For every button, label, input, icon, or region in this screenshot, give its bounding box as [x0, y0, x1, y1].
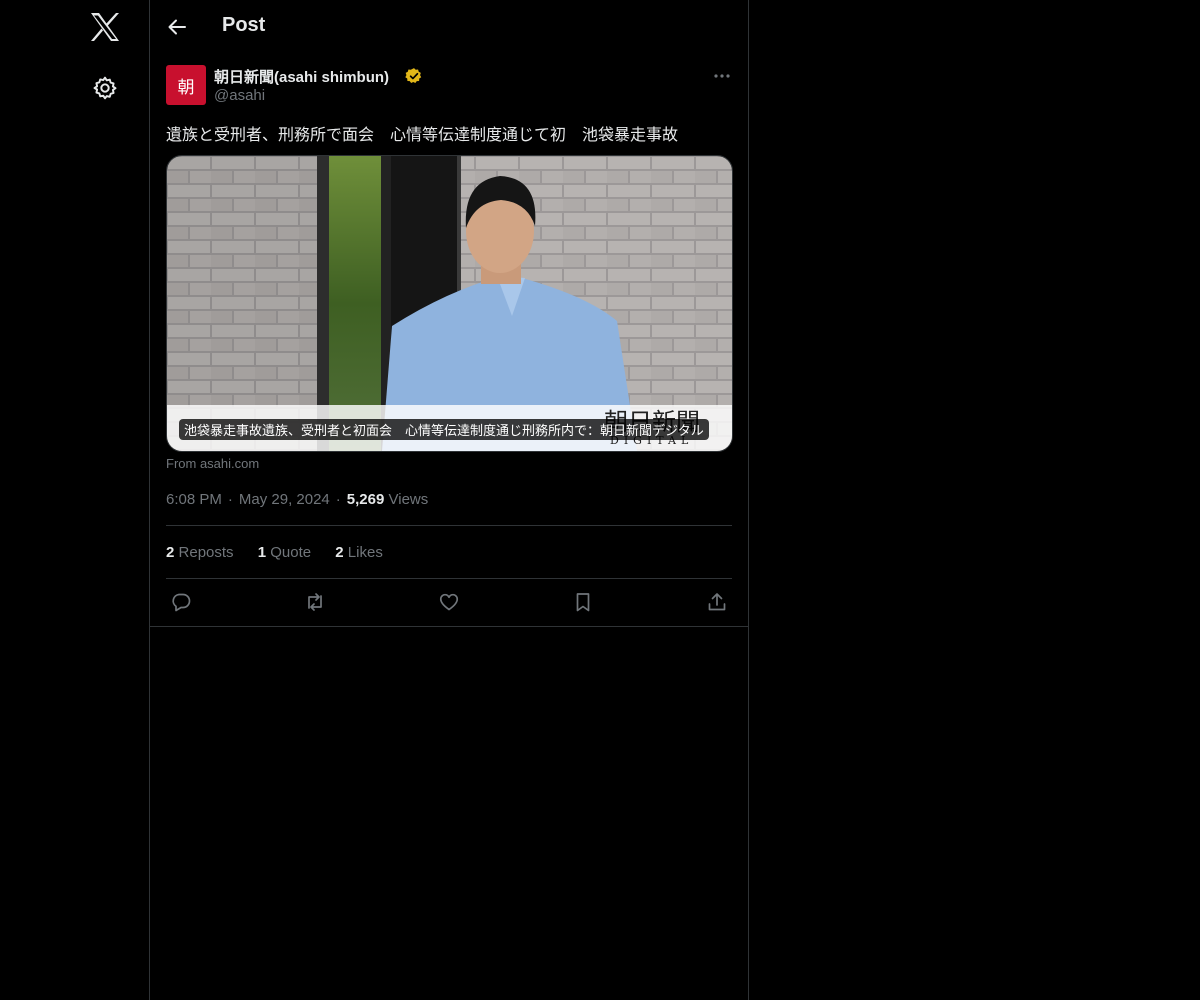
divider — [166, 525, 732, 526]
more-options-icon[interactable] — [712, 66, 732, 86]
card-photo: 朝日新聞 DIGITAL — [167, 156, 732, 451]
bookmark-icon[interactable] — [572, 591, 594, 613]
card-source[interactable]: From asahi.com — [166, 456, 259, 471]
reposts-stat[interactable]: 2 Reposts — [166, 544, 234, 561]
link-card[interactable]: 朝日新聞 DIGITAL 池袋暴走事故遺族、受刑者と初面会 心情等伝達制度通じ刑… — [166, 155, 733, 452]
post-column: Post 朝 朝日新聞(asahi shimbun) @asahi 遺族と受刑者… — [150, 0, 749, 1000]
like-icon[interactable] — [438, 591, 460, 613]
share-icon[interactable] — [706, 591, 728, 613]
gear-icon[interactable] — [92, 75, 118, 101]
action-bar — [150, 578, 748, 626]
post-date[interactable]: May 29, 2024 — [239, 491, 330, 508]
engagement-stats: 2 Reposts 1 Quote 2 Likes — [166, 544, 403, 561]
reply-icon[interactable] — [170, 591, 192, 613]
post-text: 遺族と受刑者、刑務所で面会 心情等伝達制度通じて初 池袋暴走事故 — [166, 127, 679, 144]
verified-badge-icon — [405, 68, 422, 84]
divider — [150, 626, 748, 627]
post-time[interactable]: 6:08 PM — [166, 491, 222, 508]
repost-icon[interactable] — [304, 591, 326, 613]
avatar[interactable]: 朝 — [166, 65, 206, 105]
quotes-stat[interactable]: 1 Quote — [258, 544, 311, 561]
card-caption: 池袋暴走事故遺族、受刑者と初面会 心情等伝達制度通じ刑務所内で：朝日新聞デジタル — [179, 419, 709, 440]
author-handle[interactable]: @asahi — [214, 87, 265, 104]
left-nav — [0, 0, 150, 1000]
x-logo-icon[interactable] — [89, 12, 121, 42]
views-count: 5,269 — [346, 491, 385, 508]
page-title: Post — [222, 14, 266, 36]
author-display-name[interactable]: 朝日新聞(asahi shimbun) — [214, 66, 389, 87]
likes-stat[interactable]: 2 Likes — [335, 544, 383, 561]
views-label: Views — [388, 491, 429, 508]
arrow-left-icon[interactable] — [166, 16, 188, 38]
post-meta: 6:08 PM · May 29, 2024 · 5,269 Views — [166, 491, 429, 508]
